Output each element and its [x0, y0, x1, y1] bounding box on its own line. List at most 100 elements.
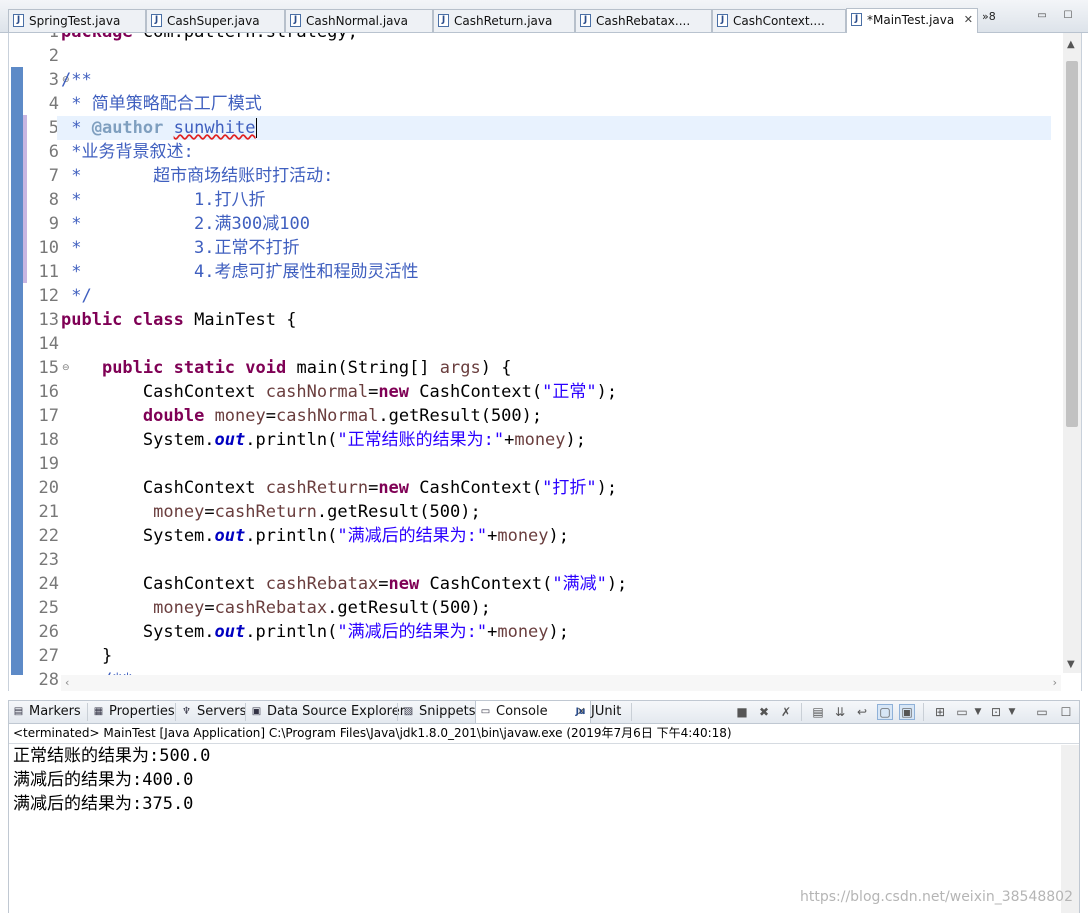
line-number: 8 — [48, 190, 59, 210]
java-file-icon: J — [580, 14, 591, 27]
show-on-stderr-icon[interactable]: ▣ — [899, 704, 915, 720]
line-number: 2 — [48, 46, 59, 66]
scrollbar-thumb[interactable] — [1066, 61, 1078, 427]
scroll-left-icon[interactable]: ‹ — [65, 676, 69, 689]
line-number: 21 — [38, 502, 59, 522]
editor-horizontal-scrollbar[interactable]: ‹ › — [61, 675, 1061, 691]
scroll-lock-icon[interactable]: ⇊ — [833, 705, 847, 719]
open-console-icon[interactable]: ⊡ — [989, 705, 1003, 719]
code-line[interactable]: *业务背景叙述: — [61, 140, 193, 164]
terminate-icon[interactable]: ■ — [735, 705, 749, 719]
tab-cashrebatax[interactable]: J CashRebatax.... — [575, 9, 712, 32]
minimize-icon[interactable]: ▭ — [1036, 10, 1048, 21]
remove-all-icon[interactable]: ✗ — [779, 705, 793, 719]
line-number: 23 — [38, 550, 59, 570]
line-number: 5 — [48, 118, 59, 138]
code-line[interactable]: * 3.正常不打折 — [61, 236, 299, 260]
line-number: 1 — [23, 33, 61, 44]
tab-cashcontext[interactable]: J CashContext.... — [712, 9, 846, 32]
console-line: 满减后的结果为:375.0 — [13, 794, 194, 814]
code-line[interactable]: * 简单策略配合工厂模式 — [61, 92, 261, 116]
code-line[interactable]: CashContext cashRebatax=new CashContext(… — [61, 572, 627, 596]
text-caret — [255, 118, 257, 138]
pin-console-icon[interactable]: ⊞ — [933, 705, 947, 719]
code-line[interactable]: * 4.考虑可扩展性和程勋灵活性 — [61, 260, 418, 284]
line-number: 27 — [38, 646, 59, 666]
console-line: 正常结账的结果为:500.0 — [13, 746, 211, 766]
code-line[interactable]: public class MainTest { — [61, 308, 296, 332]
code-line[interactable]: package com.pattern.strategy; — [61, 33, 358, 44]
watermark: https://blog.csdn.net/weixin_38548802 — [799, 889, 1073, 905]
line-number: 28 — [38, 670, 59, 690]
java-file-icon: J — [151, 14, 162, 27]
line-number: 12 — [38, 286, 59, 306]
java-file-icon: J — [290, 14, 301, 27]
chevron-down-icon[interactable]: ▼ — [1005, 705, 1019, 719]
remove-launch-icon[interactable]: ✖ — [757, 705, 771, 719]
line-number: 10 — [38, 238, 59, 258]
code-line[interactable]: System.out.println("满减后的结果为:"+money); — [61, 524, 569, 548]
scroll-right-icon[interactable]: › — [1053, 676, 1057, 689]
code-line[interactable]: CashContext cashReturn=new CashContext("… — [61, 476, 617, 500]
console-output[interactable]: <terminated> MainTest [Java Application]… — [8, 724, 1080, 913]
java-file-icon: J — [851, 13, 862, 26]
code-line[interactable]: */ — [61, 284, 91, 308]
code-line[interactable]: public static void main(String[] args) { — [61, 356, 512, 380]
tab-junit[interactable]: Ju JUnit — [571, 701, 651, 723]
clear-console-icon[interactable]: ▤ — [811, 705, 825, 719]
code-line[interactable]: System.out.println("满减后的结果为:"+money); — [61, 620, 569, 644]
scroll-down-icon[interactable]: ▼ — [1067, 659, 1075, 670]
maximize-icon[interactable]: ☐ — [1059, 705, 1073, 719]
tab-cashsuper[interactable]: J CashSuper.java — [146, 9, 285, 32]
code-line[interactable]: double money=cashNormal.getResult(500); — [61, 404, 542, 428]
console-icon: ▭ — [480, 706, 491, 717]
code-line[interactable]: * 2.满300减100 — [61, 212, 310, 236]
code-line[interactable]: money=cashReturn.getResult(500); — [61, 500, 481, 524]
maximize-icon[interactable]: ☐ — [1062, 10, 1074, 21]
change-ruler — [11, 67, 23, 675]
more-tabs-chevron-icon[interactable]: »8 — [982, 10, 996, 23]
tab-springtest[interactable]: J SpringTest.java — [8, 9, 146, 32]
servers-icon: ♆ — [182, 706, 191, 717]
code-line[interactable]: * @author sunwhite — [57, 116, 1051, 140]
view-tab-bar: ▤ Markers ▦ Properties ♆ Servers ▣ Data Sour… — [8, 700, 1080, 724]
terminated-status: <terminated> MainTest [Java Application]… — [13, 726, 732, 740]
line-number: 13 — [38, 310, 59, 330]
line-number: 16 — [38, 382, 59, 402]
line-number: 11 — [38, 262, 59, 282]
tab-cashreturn[interactable]: J CashReturn.java — [433, 9, 575, 32]
show-on-stdout-icon[interactable]: ▢ — [877, 704, 893, 720]
tab-cashnormal[interactable]: J CashNormal.java — [285, 9, 433, 32]
line-number: 19 — [38, 454, 59, 474]
tab-maintest[interactable]: J *MainTest.java ✕ — [846, 8, 978, 33]
data-source-icon: ▣ — [251, 706, 262, 717]
properties-icon: ▦ — [93, 706, 104, 717]
code-line[interactable]: System.out.println("正常结账的结果为:"+money); — [61, 428, 586, 452]
display-console-icon[interactable]: ▭ — [955, 705, 969, 719]
line-number: 26 — [38, 622, 59, 642]
code-text-area[interactable]: package com.pattern.strategy; /** * 简单策略配… — [57, 33, 1051, 691]
line-number: 25 — [38, 598, 59, 618]
close-tab-icon[interactable]: ✕ — [964, 9, 973, 31]
code-line[interactable]: } — [61, 644, 112, 668]
minimize-icon[interactable]: ▭ — [1035, 705, 1049, 719]
tab-data-source-explorer[interactable]: ▣ Data Source Explorer — [247, 701, 417, 723]
line-number: 9 — [48, 214, 59, 234]
line-number: 4 — [48, 94, 59, 114]
editor-vertical-scrollbar[interactable]: ▲ ▼ — [1063, 33, 1081, 673]
code-line[interactable]: /** — [61, 68, 92, 92]
code-editor[interactable]: 1 2 3 4 5 6 7 8 9 10 11 12 13 14 15 16 1… — [8, 33, 1082, 691]
code-line[interactable]: * 1.打八折 — [61, 188, 265, 212]
scroll-up-icon[interactable]: ▲ — [1067, 39, 1075, 50]
line-number: 14 — [38, 334, 59, 354]
code-line[interactable]: CashContext cashNormal=new CashContext("… — [61, 380, 617, 404]
code-line[interactable]: * 超市商场结账时打活动: — [61, 164, 333, 188]
snippets-icon: ▧ — [403, 706, 414, 717]
chevron-down-icon[interactable]: ▼ — [971, 705, 985, 719]
word-wrap-icon[interactable]: ↩ — [855, 705, 869, 719]
line-number: 24 — [38, 574, 59, 594]
console-vertical-scrollbar[interactable] — [1061, 745, 1079, 913]
code-line[interactable]: money=cashRebatax.getResult(500); — [61, 596, 491, 620]
java-file-icon: J — [717, 14, 728, 27]
markers-icon: ▤ — [13, 706, 24, 717]
